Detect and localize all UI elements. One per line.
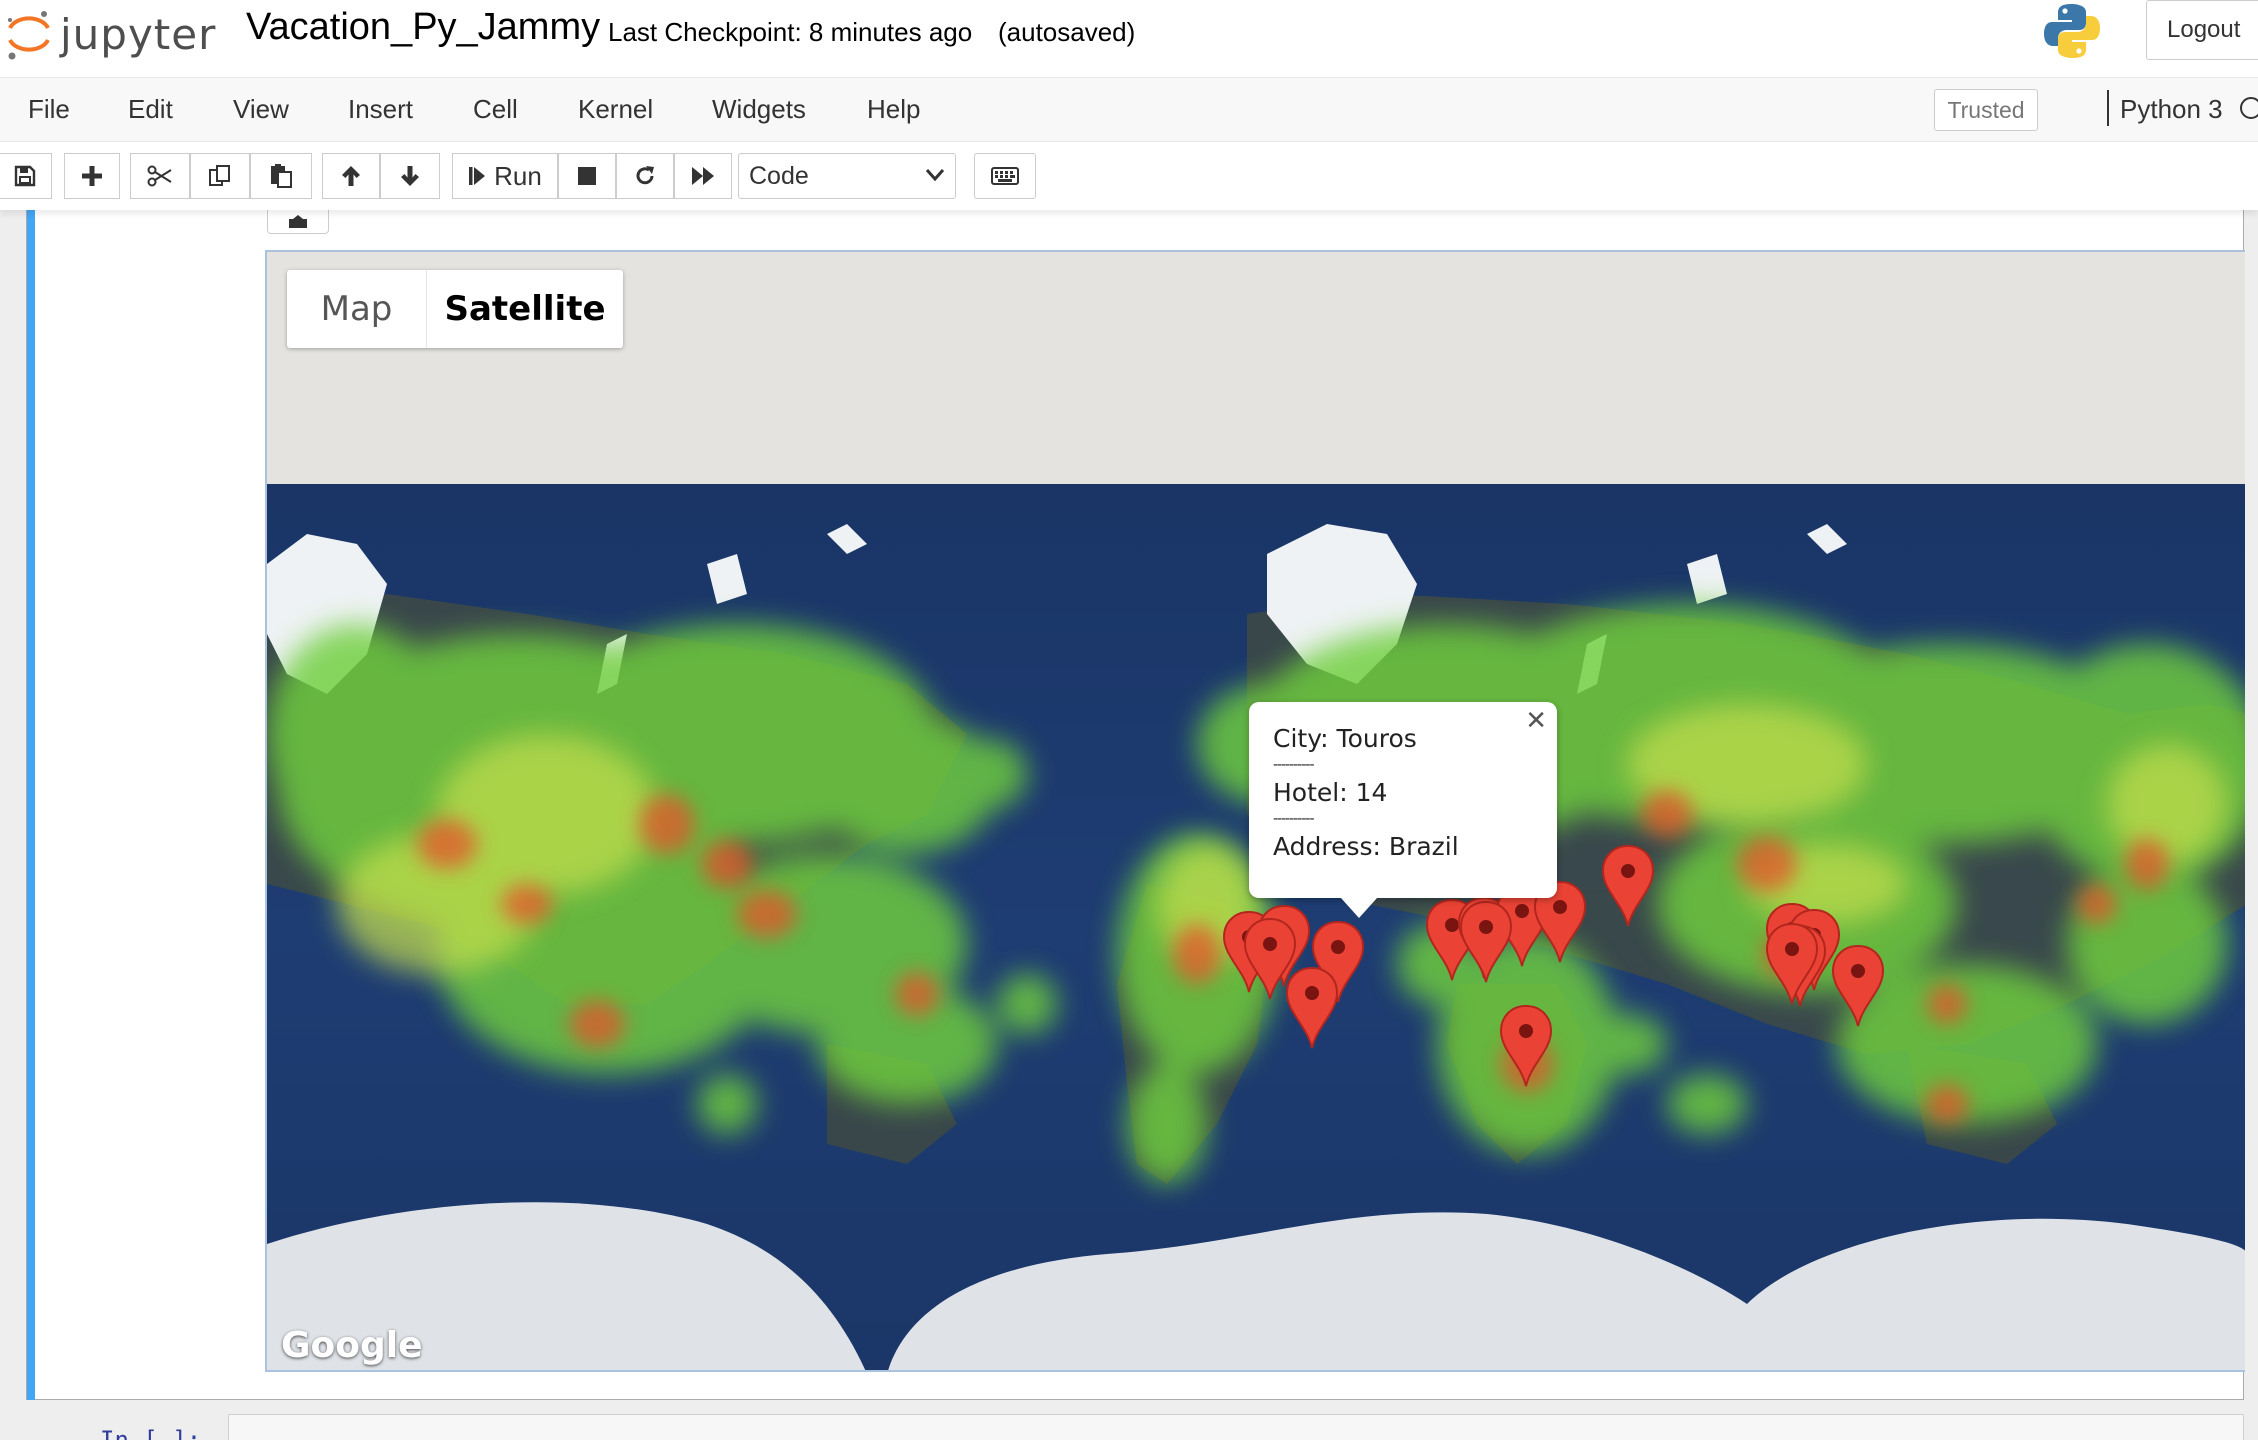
paste-icon — [271, 164, 292, 188]
marker-info-window[interactable]: ✕ City: Touros ---------- Hotel: 14 ----… — [1249, 702, 1557, 898]
menu-edit[interactable]: Edit — [128, 94, 173, 125]
next-cell-prompt: In [ ]: — [100, 1426, 202, 1440]
run-label: Run — [494, 160, 542, 191]
checkpoint-status: Last Checkpoint: 8 minutes ago — [608, 17, 973, 47]
info-window-tail — [1341, 898, 1377, 918]
save-icon — [14, 165, 36, 187]
info-separator: ---------- — [1273, 757, 1315, 773]
insert-cell-button[interactable] — [64, 153, 120, 199]
kernel-divider — [2107, 90, 2109, 126]
close-icon[interactable]: ✕ — [1525, 708, 1547, 734]
autosave-status: (autosaved) — [998, 17, 1136, 47]
map-type-satellite-button[interactable]: Satellite — [427, 270, 623, 348]
restart-button[interactable] — [616, 153, 674, 199]
satellite-map[interactable] — [267, 484, 2245, 1372]
info-city: City: Touros — [1273, 724, 1417, 753]
interrupt-button[interactable] — [558, 153, 616, 199]
kernel-name[interactable]: Python 3 — [2120, 94, 2223, 125]
menu-file[interactable]: File — [28, 94, 70, 125]
command-palette-button[interactable] — [974, 153, 1036, 199]
logout-button[interactable]: Logout — [2146, 0, 2258, 60]
chevron-down-icon — [925, 169, 945, 182]
stop-icon — [578, 167, 596, 185]
move-up-button[interactable] — [322, 153, 380, 199]
jupyter-logo[interactable]: jupyter — [4, 6, 216, 62]
run-button[interactable]: Run — [452, 153, 558, 199]
save-button[interactable] — [0, 153, 52, 199]
output-toggle-button[interactable] — [267, 210, 329, 234]
menu-help[interactable]: Help — [867, 94, 920, 125]
notebook-area[interactable]: Map Satellite Google ✕ City: Touros ----… — [0, 210, 2258, 1440]
copy-button[interactable] — [190, 153, 250, 199]
menu-insert[interactable]: Insert — [348, 94, 413, 125]
next-code-cell[interactable] — [228, 1414, 2244, 1440]
logo-text: jupyter — [60, 9, 217, 59]
notebook-name[interactable]: Vacation_Py_Jammy — [246, 6, 600, 49]
kernel-status-icon — [2240, 97, 2258, 119]
copy-icon — [209, 165, 230, 186]
menubar: File Edit View Insert Cell Kernel Widget… — [0, 78, 2258, 142]
python-logo-icon — [2044, 4, 2100, 58]
map-type-control[interactable]: Map Satellite — [287, 270, 623, 348]
restart-run-all-button[interactable] — [674, 153, 732, 199]
paste-button[interactable] — [250, 153, 312, 199]
google-attribution[interactable]: Google — [281, 1325, 423, 1366]
arrow-up-icon — [342, 166, 360, 186]
menu-widgets[interactable]: Widgets — [712, 94, 806, 125]
move-down-button[interactable] — [380, 153, 440, 199]
info-hotel: Hotel: 14 — [1273, 778, 1388, 807]
jupyter-logo-icon — [8, 11, 50, 60]
cell-type-value: Code — [749, 161, 809, 190]
header: jupyter Vacation_Py_Jammy Last Checkpoin… — [0, 0, 2258, 78]
plus-icon — [82, 166, 102, 186]
restart-icon — [636, 166, 654, 185]
menu-kernel[interactable]: Kernel — [578, 94, 653, 125]
scissors-icon — [147, 165, 172, 187]
menu-view[interactable]: View — [233, 94, 289, 125]
output-icon — [289, 214, 307, 228]
arrow-down-icon — [401, 166, 419, 186]
run-icon — [469, 167, 486, 185]
map-type-map-button[interactable]: Map — [287, 270, 427, 348]
menu-cell[interactable]: Cell — [473, 94, 518, 125]
keyboard-icon — [991, 167, 1019, 185]
info-separator: ---------- — [1273, 811, 1315, 827]
cut-button[interactable] — [130, 153, 190, 199]
cell-selection-bar — [27, 210, 35, 1400]
fast-forward-icon — [692, 167, 714, 185]
cell-type-select[interactable]: Code — [738, 153, 956, 199]
trusted-indicator[interactable]: Trusted — [1934, 89, 2038, 131]
toolbar: Run Code — [0, 142, 2258, 210]
info-address: Address: Brazil — [1273, 832, 1459, 861]
selected-code-cell[interactable]: Map Satellite Google ✕ City: Touros ----… — [26, 210, 2245, 1400]
